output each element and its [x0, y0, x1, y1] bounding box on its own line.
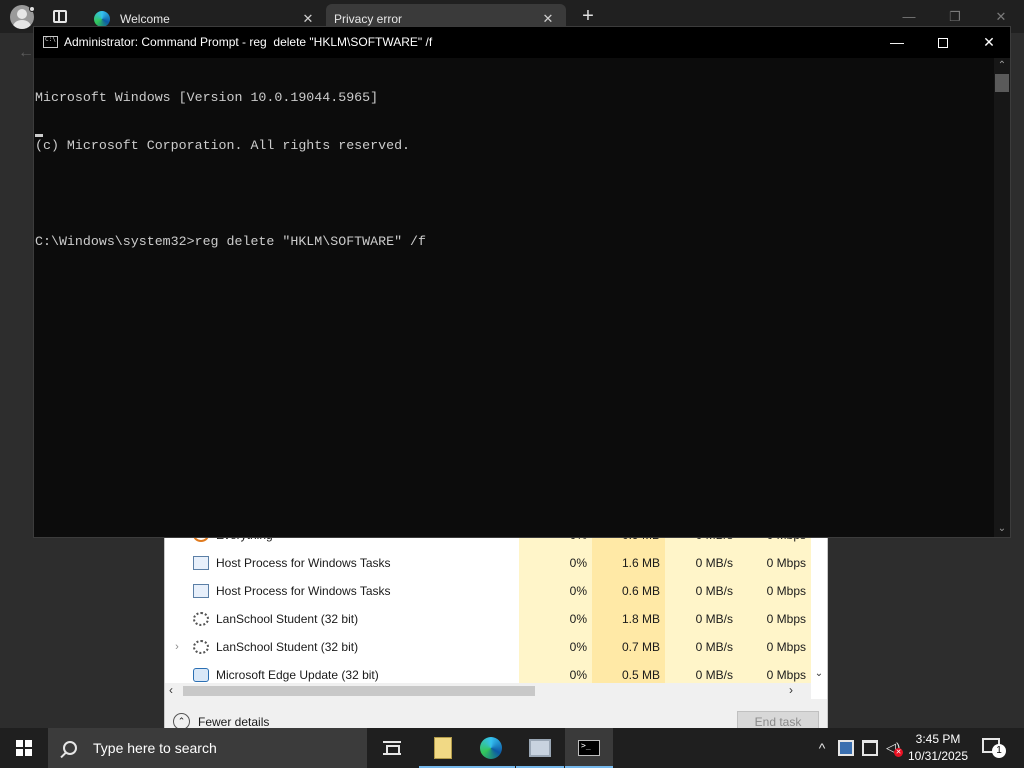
- task-manager-horizontal-scrollbar[interactable]: ‹ ›: [165, 683, 811, 699]
- task-manager-window: ›Everything0%0.9 MB0 MB/s0 MbpsHost Proc…: [164, 520, 828, 730]
- process-name: Host Process for Windows Tasks: [216, 556, 391, 570]
- scroll-up-icon[interactable]: ⌃: [994, 58, 1010, 74]
- console-line: (c) Microsoft Corporation. All rights re…: [35, 138, 411, 153]
- device-icon[interactable]: [838, 740, 854, 756]
- tab-actions-icon[interactable]: [53, 10, 67, 23]
- scroll-down-icon[interactable]: ⌄: [811, 668, 827, 689]
- command-prompt-window[interactable]: Administrator: Command Prompt - reg dele…: [33, 26, 1011, 538]
- process-name: LanSchool Student (32 bit): [216, 612, 359, 626]
- process-cpu-cell: 0%: [519, 549, 592, 577]
- process-cpu-cell: 0%: [519, 605, 592, 633]
- command-prompt-icon[interactable]: [43, 36, 58, 48]
- task-manager-vertical-scrollbar[interactable]: ⌄: [811, 521, 827, 689]
- remote-desktop-button[interactable]: [516, 728, 564, 768]
- process-network-cell: 0 Mbps: [738, 633, 811, 661]
- tab-label: Privacy error: [334, 11, 403, 26]
- scrollbar-thumb[interactable]: [183, 686, 535, 696]
- scroll-right-icon[interactable]: ›: [789, 683, 793, 697]
- new-tab-button[interactable]: +: [578, 6, 598, 26]
- process-name: LanSchool Student (32 bit): [216, 640, 359, 654]
- process-icon: [193, 556, 209, 570]
- console-cursor: [35, 134, 43, 137]
- cmd-window-title: Administrator: Command Prompt - reg dele…: [64, 35, 433, 49]
- command-prompt-taskbar-button[interactable]: [565, 728, 613, 768]
- process-disk-cell: 0 MB/s: [665, 577, 738, 605]
- cmd-vertical-scrollbar[interactable]: ⌃ ⌄: [994, 58, 1010, 537]
- tab-label: Welcome: [120, 11, 170, 26]
- edge-icon: [480, 737, 502, 759]
- process-row[interactable]: Host Process for Windows Tasks 0% 0.6 MB 0 …: [165, 577, 827, 605]
- taskbar-clock[interactable]: 3:45 PM 10/31/2025: [905, 731, 971, 765]
- process-cpu-cell: 0%: [519, 633, 592, 661]
- task-manager-footer: ⌃ Fewer details End task: [165, 699, 827, 729]
- sticky-notes-button[interactable]: [419, 728, 467, 768]
- process-row[interactable]: › LanSchool Student (32 bit) 0% 0.7 MB 0 MB/…: [165, 633, 827, 661]
- process-icon: [193, 612, 209, 626]
- windows-logo-icon: [16, 740, 32, 756]
- desktop: Welcome ✕ Privacy error ✕ + — ❐ ✕ ← ›Eve…: [0, 0, 1024, 768]
- process-icon: [193, 640, 209, 654]
- maximize-icon: [938, 38, 948, 49]
- process-name: Host Process for Windows Tasks: [216, 584, 391, 598]
- scrollbar-thumb[interactable]: [995, 74, 1009, 92]
- profile-status-icon: [29, 6, 35, 12]
- start-button[interactable]: [0, 728, 48, 768]
- process-disk-cell: 0 MB/s: [665, 605, 738, 633]
- process-network-cell: 0 Mbps: [738, 577, 811, 605]
- console-line: Microsoft Windows [Version 10.0.19044.59…: [35, 90, 379, 105]
- back-arrow-icon[interactable]: ←: [18, 44, 34, 62]
- process-network-cell: 0 Mbps: [738, 549, 811, 577]
- clock-time: 3:45 PM: [915, 732, 961, 746]
- process-row[interactable]: LanSchool Student (32 bit) 0% 1.8 MB 0 MB/s…: [165, 605, 827, 633]
- process-disk-cell: 0 MB/s: [665, 549, 738, 577]
- process-memory-cell: 1.6 MB: [592, 549, 665, 577]
- process-disk-cell: 0 MB/s: [665, 633, 738, 661]
- console-output[interactable]: Microsoft Windows [Version 10.0.19044.59…: [35, 58, 995, 282]
- scroll-down-icon[interactable]: ⌄: [994, 521, 1010, 537]
- cmd-close-button[interactable]: ✕: [966, 27, 1012, 58]
- process-memory-cell: 0.7 MB: [592, 633, 665, 661]
- process-name: Microsoft Edge Update (32 bit): [216, 668, 379, 682]
- action-center-button[interactable]: 1: [982, 738, 1006, 758]
- clock-date: 10/31/2025: [907, 749, 969, 763]
- task-view-button[interactable]: [368, 728, 416, 768]
- chevron-right-icon[interactable]: ›: [165, 641, 189, 653]
- cmd-titlebar[interactable]: Administrator: Command Prompt - reg dele…: [34, 27, 1010, 58]
- process-row[interactable]: Host Process for Windows Tasks 0% 1.6 MB 0 …: [165, 549, 827, 577]
- edge-icon: [94, 10, 110, 27]
- cmd-minimize-button[interactable]: —: [874, 27, 920, 58]
- scroll-left-icon[interactable]: ‹: [169, 683, 173, 697]
- show-hidden-icons-chevron-icon[interactable]: ^: [814, 740, 830, 756]
- fewer-details-label: Fewer details: [198, 714, 270, 729]
- monitor-icon: [529, 739, 551, 757]
- process-memory-cell: 1.8 MB: [592, 605, 665, 633]
- muted-badge-icon: ✕: [894, 748, 903, 757]
- process-icon: [193, 584, 209, 598]
- process-memory-cell: 0.6 MB: [592, 577, 665, 605]
- notes-icon: [434, 737, 452, 759]
- search-icon: [63, 741, 77, 755]
- notification-count: 1: [992, 744, 1006, 758]
- process-cpu-cell: 0%: [519, 577, 592, 605]
- close-tab-icon[interactable]: ✕: [538, 11, 558, 27]
- close-tab-icon[interactable]: ✕: [298, 11, 318, 27]
- edge-taskbar-button[interactable]: [467, 728, 515, 768]
- search-placeholder: Type here to search: [93, 740, 217, 756]
- taskbar: Type here to search ^ ◁) ✕ 3:45 PM 10/31…: [0, 728, 1024, 768]
- taskbar-search-box[interactable]: Type here to search: [48, 728, 367, 768]
- network-icon[interactable]: [862, 740, 878, 756]
- console-command-line: C:\Windows\system32>reg delete "HKLM\SOF…: [35, 234, 426, 249]
- task-view-icon: [383, 741, 401, 755]
- command-prompt-icon: [578, 740, 600, 756]
- process-network-cell: 0 Mbps: [738, 605, 811, 633]
- cmd-maximize-button[interactable]: [920, 27, 966, 58]
- process-icon: [193, 668, 209, 682]
